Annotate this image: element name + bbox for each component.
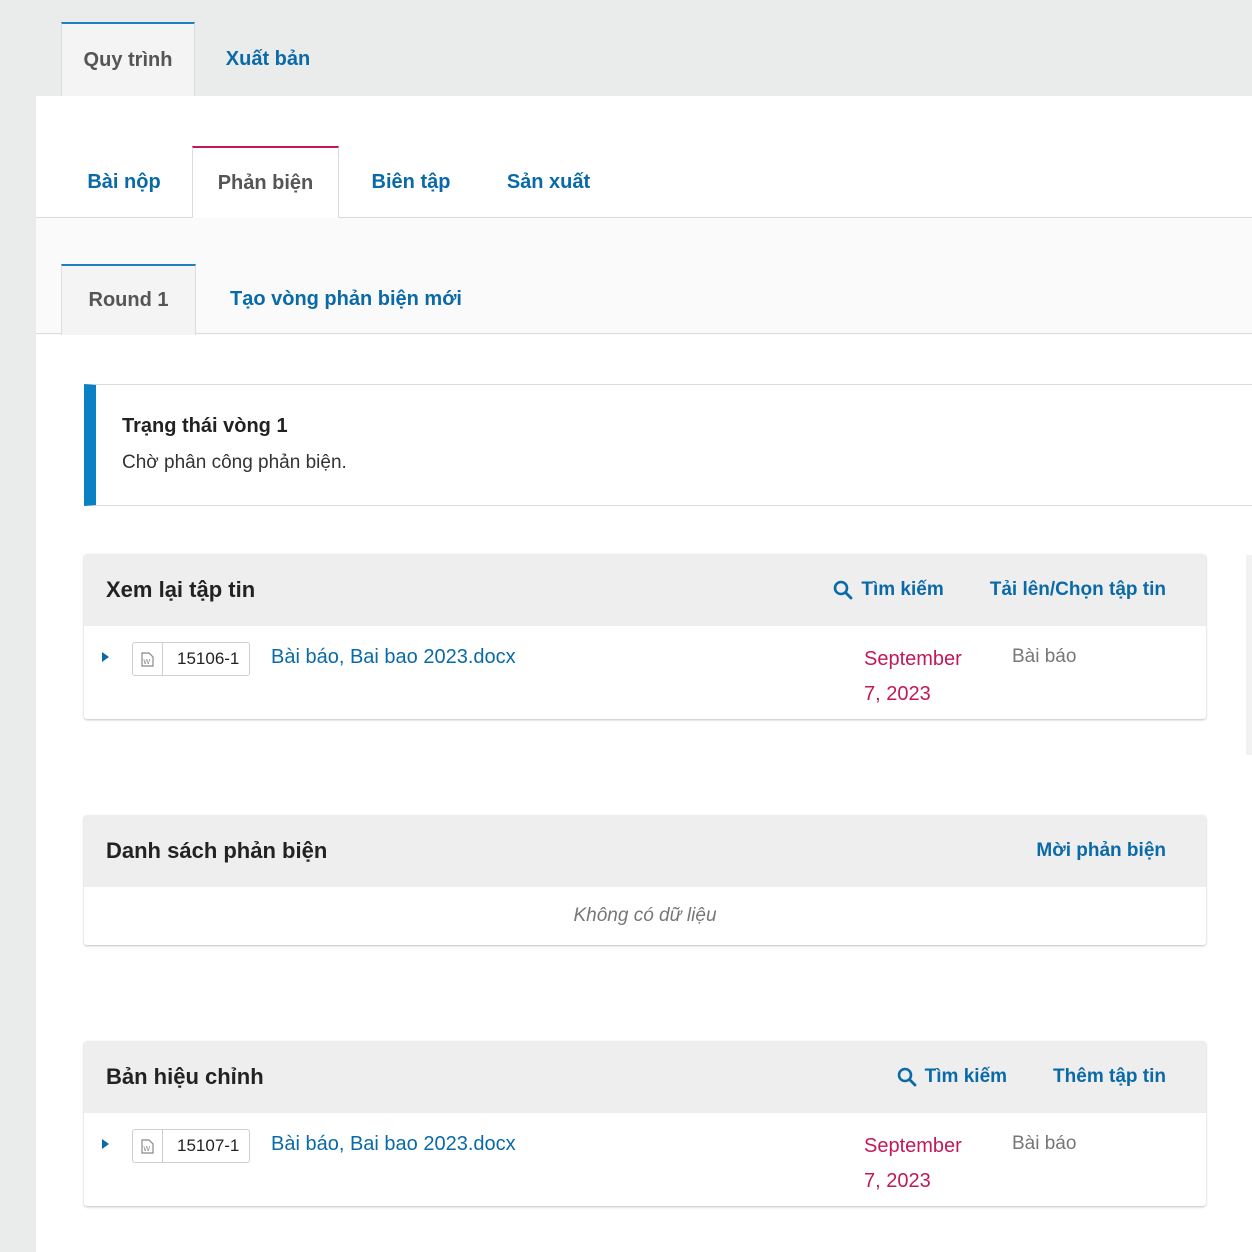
file-date: September 7, 2023	[864, 642, 984, 712]
expand-row-icon[interactable]	[102, 652, 109, 662]
revisions-title: Bản hiệu chỉnh	[106, 1064, 264, 1089]
file-date-line1: September	[864, 1135, 962, 1157]
file-date-line2: 7, 2023	[864, 1170, 931, 1192]
word-document-icon: W	[133, 1130, 163, 1162]
review-files-grid: Xem lại tập tin Tìm kiếm Tải lên/Chọn tậ…	[84, 554, 1206, 719]
file-id-badge: W 15106-1	[132, 642, 251, 676]
tab-copyediting[interactable]: Biên tập	[352, 146, 470, 218]
file-id: 15107-1	[177, 1136, 240, 1155]
invite-reviewer-button[interactable]: Mời phản biện	[1036, 840, 1166, 862]
file-row: W 15106-1 Bài báo, Bai bao 2023.docx Sep…	[84, 626, 1206, 719]
status-text: Chờ phân công phản biện.	[122, 452, 347, 473]
file-date-line2: 7, 2023	[864, 683, 931, 705]
revisions-search-button[interactable]: Tìm kiếm	[897, 1066, 1007, 1088]
file-date-line1: September	[864, 648, 962, 670]
file-type: Bài báo	[1012, 1133, 1077, 1154]
file-name-link[interactable]: Bài báo, Bai bao 2023.docx	[271, 646, 516, 669]
file-name-link[interactable]: Bài báo, Bai bao 2023.docx	[271, 1133, 516, 1156]
reviewers-title: Danh sách phản biện	[106, 838, 328, 863]
scrollbar[interactable]	[1246, 555, 1252, 755]
review-stage-area: Round 1 Tạo vòng phản biện mới Trạng thá…	[36, 218, 1252, 1252]
tab-workflow[interactable]: Quy trình	[61, 22, 195, 97]
status-title: Trạng thái vòng 1	[122, 415, 288, 437]
file-type: Bài báo	[1012, 646, 1077, 667]
stage-tab-bar: Bài nộp Phản biện Biên tập Sản xuất	[36, 146, 1252, 219]
reviewers-grid: Danh sách phản biện Mời phản biện Không …	[84, 815, 1206, 945]
tab-round-1[interactable]: Round 1	[61, 264, 196, 335]
top-tab-bar: Quy trình Xuất bản	[36, 0, 1252, 97]
search-label: Tìm kiếm	[861, 579, 944, 600]
word-document-icon: W	[133, 643, 163, 675]
svg-text:W: W	[143, 1145, 150, 1153]
workflow-panel: Bài nộp Phản biện Biên tập Sản xuất Roun…	[36, 96, 1252, 1252]
file-row: W 15107-1 Bài báo, Bai bao 2023.docx Sep…	[84, 1113, 1206, 1206]
round-tab-bar: Round 1 Tạo vòng phản biện mới	[36, 264, 1252, 335]
new-review-round-link[interactable]: Tạo vòng phản biện mới	[226, 264, 466, 334]
review-files-search-button[interactable]: Tìm kiếm	[833, 579, 944, 601]
reviewers-header: Danh sách phản biện Mời phản biện	[84, 815, 1206, 887]
upload-file-button[interactable]: Tải lên/Chọn tập tin	[990, 579, 1166, 601]
revisions-grid: Bản hiệu chỉnh Tìm kiếm Thêm tập tin W 1…	[84, 1041, 1206, 1206]
tab-review[interactable]: Phản biện	[192, 146, 339, 219]
svg-text:W: W	[143, 658, 150, 666]
review-files-header: Xem lại tập tin Tìm kiếm Tải lên/Chọn tậ…	[84, 554, 1206, 626]
add-file-button[interactable]: Thêm tập tin	[1053, 1066, 1166, 1088]
file-id: 15106-1	[177, 649, 240, 668]
tab-publication[interactable]: Xuất bản	[208, 22, 328, 97]
search-icon	[834, 580, 853, 600]
round-content: Trạng thái vòng 1 Chờ phân công phản biệ…	[36, 335, 1252, 1252]
revisions-header: Bản hiệu chỉnh Tìm kiếm Thêm tập tin	[84, 1041, 1206, 1113]
search-label: Tìm kiếm	[924, 1066, 1008, 1087]
empty-message: Không có dữ liệu	[573, 905, 717, 926]
tab-submission[interactable]: Bài nộp	[64, 146, 184, 218]
review-files-title: Xem lại tập tin	[106, 577, 256, 602]
search-icon	[897, 1067, 917, 1087]
round-status-notice: Trạng thái vòng 1 Chờ phân công phản biệ…	[84, 384, 1252, 506]
tab-production[interactable]: Sản xuất	[486, 146, 611, 218]
file-date: September 7, 2023	[864, 1129, 984, 1199]
file-id-badge: W 15107-1	[132, 1129, 251, 1163]
expand-row-icon[interactable]	[102, 1139, 109, 1149]
left-rail	[0, 0, 36, 1252]
